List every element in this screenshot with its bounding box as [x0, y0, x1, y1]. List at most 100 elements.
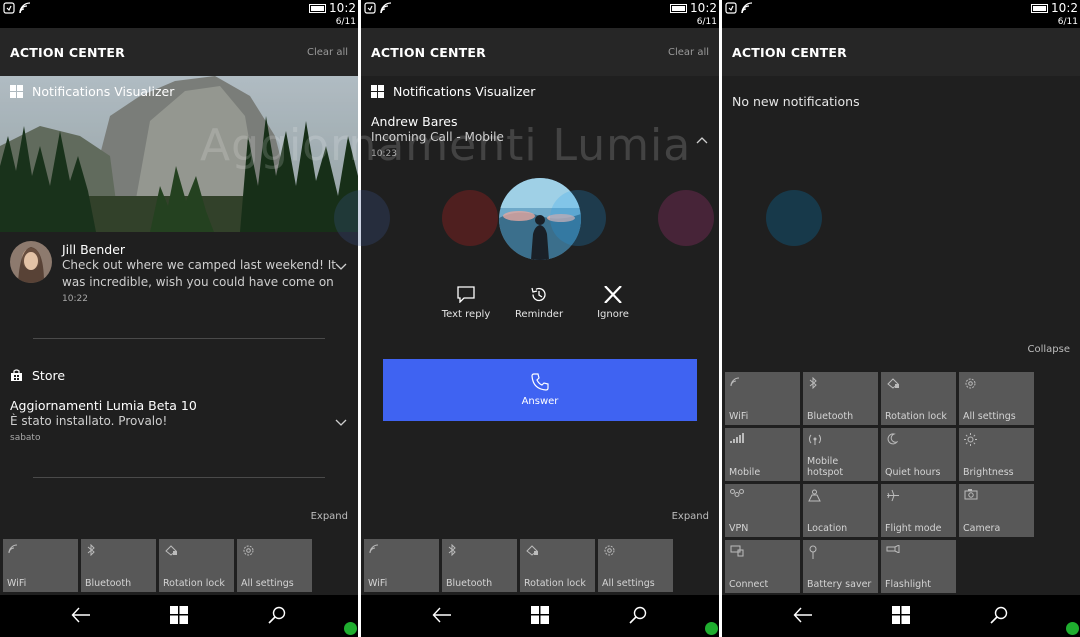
- sync-icon: [3, 2, 15, 14]
- windows-start-icon[interactable]: [892, 606, 910, 624]
- notification-group-header[interactable]: Store: [10, 368, 65, 383]
- notification-title: Aggiornamenti Lumia Beta 10: [10, 398, 197, 413]
- reminder-button[interactable]: Reminder: [504, 286, 574, 320]
- status-date: 6/11: [1057, 17, 1078, 27]
- quick-action-wifi[interactable]: WiFi: [725, 372, 800, 425]
- chevron-down-icon[interactable]: [335, 419, 347, 427]
- quick-action-flashlight[interactable]: Flashlight: [881, 540, 956, 593]
- tile-label: Battery saver: [807, 579, 872, 590]
- incoming-call-notification[interactable]: Andrew Bares Incoming Call - Mobile 10:2…: [371, 114, 504, 159]
- tile-label: Quiet hours: [885, 467, 941, 478]
- notification-item[interactable]: Jill Bender Check out where we camped la…: [62, 242, 348, 304]
- quick-action-vpn[interactable]: VPN: [725, 484, 800, 537]
- caller-photo: [499, 178, 581, 260]
- avatar: [10, 241, 52, 283]
- quick-action-wifi[interactable]: WiFi: [3, 539, 78, 592]
- windows-start-icon[interactable]: [170, 606, 188, 624]
- status-time: 10:2: [690, 1, 717, 15]
- collapse-button[interactable]: Collapse: [1028, 344, 1071, 355]
- quick-action-all-settings[interactable]: All settings: [959, 372, 1034, 425]
- search-icon[interactable]: [990, 606, 1008, 624]
- back-arrow-icon[interactable]: [71, 606, 91, 624]
- reminder-icon: [531, 287, 546, 302]
- status-time: 10:2: [329, 1, 356, 15]
- quick-action-bluetooth[interactable]: Bluetooth: [81, 539, 156, 592]
- quick-action-bluetooth[interactable]: Bluetooth: [442, 539, 517, 592]
- quick-action-wifi[interactable]: WiFi: [364, 539, 439, 592]
- chevron-up-icon[interactable]: [696, 136, 708, 144]
- rotation-lock-icon: [887, 378, 899, 389]
- quick-action-all-settings[interactable]: All settings: [237, 539, 312, 592]
- navigation-bar: [361, 595, 719, 637]
- quick-action-battery-saver[interactable]: Battery saver: [803, 540, 878, 593]
- tile-label: All settings: [241, 578, 294, 589]
- quick-action-camera[interactable]: Camera: [959, 484, 1034, 537]
- quick-action-connect[interactable]: Connect: [725, 540, 800, 593]
- hotspot-icon: [809, 434, 821, 445]
- battery-saver-icon: [809, 545, 817, 559]
- gear-icon: [243, 545, 254, 556]
- answer-button[interactable]: Answer: [383, 359, 697, 421]
- tile-label: All settings: [602, 578, 655, 589]
- tile-label: Flashlight: [885, 579, 931, 590]
- bluetooth-icon: [809, 377, 817, 389]
- store-icon: [11, 369, 22, 381]
- wifi-icon: [380, 2, 392, 14]
- rotation-lock-icon: [165, 545, 177, 556]
- back-arrow-icon[interactable]: [432, 606, 452, 624]
- clear-all-button[interactable]: Clear all: [668, 47, 709, 58]
- quick-actions: WiFi Bluetooth Rotation lock All setting…: [3, 539, 312, 592]
- call-time: 10:23: [371, 149, 397, 159]
- notification-item[interactable]: Aggiornamenti Lumia Beta 10 È stato inst…: [10, 398, 348, 443]
- text-reply-button[interactable]: Text reply: [431, 286, 501, 320]
- tile-label: Rotation lock: [885, 411, 947, 422]
- notification-time: 10:22: [62, 294, 88, 304]
- navigation-bar: [0, 595, 358, 637]
- bluetooth-icon: [87, 544, 95, 556]
- close-icon: [604, 286, 622, 303]
- tile-label: WiFi: [729, 411, 749, 422]
- caller-name: Andrew Bares: [371, 114, 458, 129]
- chevron-down-icon[interactable]: [335, 263, 347, 271]
- rotation-lock-icon: [526, 545, 538, 556]
- notification-group-header[interactable]: Notifications Visualizer: [10, 84, 174, 99]
- brightness-icon: [964, 433, 977, 446]
- hero-image: [0, 76, 358, 232]
- quick-action-rotation-lock[interactable]: Rotation lock: [881, 372, 956, 425]
- expand-button[interactable]: Expand: [311, 511, 348, 522]
- quick-action-bluetooth[interactable]: Bluetooth: [803, 372, 878, 425]
- expand-button[interactable]: Expand: [672, 511, 709, 522]
- quick-action-rotation-lock[interactable]: Rotation lock: [520, 539, 595, 592]
- reminder-label: Reminder: [514, 309, 564, 320]
- quick-action-all-settings[interactable]: All settings: [598, 539, 673, 592]
- search-icon[interactable]: [268, 606, 286, 624]
- quick-action-quiet-hours[interactable]: Quiet hours: [881, 428, 956, 481]
- app-name: Notifications Visualizer: [393, 84, 536, 99]
- notification-group-header[interactable]: Notifications Visualizer: [371, 84, 535, 99]
- clear-all-button[interactable]: Clear all: [307, 47, 348, 58]
- ignore-button[interactable]: Ignore: [578, 286, 648, 320]
- tile-label: Connect: [729, 579, 769, 590]
- status-bar: 10:2 6/11: [361, 0, 719, 28]
- tile-label: Rotation lock: [524, 578, 586, 589]
- divider: [33, 477, 325, 478]
- vpn-icon: [730, 489, 744, 497]
- quick-action-rotation-lock[interactable]: Rotation lock: [159, 539, 234, 592]
- notification-title: Jill Bender: [62, 242, 126, 257]
- tile-label: Camera: [963, 523, 1001, 534]
- back-arrow-icon[interactable]: [793, 606, 813, 624]
- quick-actions: WiFi Bluetooth Rotation lock All setting…: [364, 539, 673, 592]
- quick-action-mobile[interactable]: Mobile: [725, 428, 800, 481]
- quick-action-mobile-hotspot[interactable]: Mobile hotspot: [803, 428, 878, 481]
- search-icon[interactable]: [629, 606, 647, 624]
- quick-action-flight-mode[interactable]: Flight mode: [881, 484, 956, 537]
- windows-start-icon[interactable]: [531, 606, 549, 624]
- quick-action-location[interactable]: Location: [803, 484, 878, 537]
- status-bar: 10:2 6/11: [0, 0, 358, 28]
- quick-action-brightness[interactable]: Brightness: [959, 428, 1034, 481]
- call-subtitle: Incoming Call - Mobile: [371, 130, 504, 144]
- phone-icon: [531, 373, 549, 391]
- status-dot: [344, 622, 357, 635]
- answer-label: Answer: [521, 396, 559, 407]
- status-time: 10:2: [1051, 1, 1078, 15]
